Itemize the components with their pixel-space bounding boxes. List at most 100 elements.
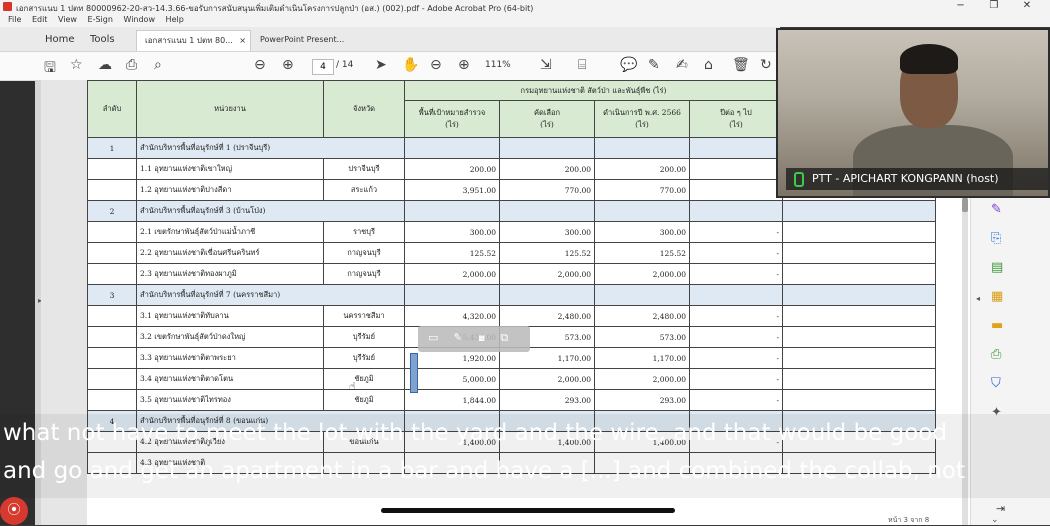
cell-name: 3.2 เขตรักษาพันธุ์สัตว์ป่าดงใหญ่ [136,326,324,348]
comment-tool-icon[interactable]: ▬ [991,318,1003,333]
end-icon[interactable]: ⇥ [996,502,1005,515]
close-button[interactable]: ✕ [1012,0,1042,11]
empty-cell [782,305,936,327]
cell-name: 2.1 เขตรักษาพันธุ์สัตว์ป่าแม่น้ำภาชี [136,221,324,243]
tab-tools[interactable]: Tools [90,30,115,50]
empty-cell [404,137,500,159]
section-number: 1 [87,137,137,159]
zoom-out-icon[interactable]: ⊖ [430,57,442,73]
cell-name: 3.4 อุทยานแห่งชาติตาดโตน [136,368,324,390]
scroll-down-icon[interactable]: ⌄ [991,515,999,525]
cell-prov: สระแก้ว [323,179,405,201]
sign-icon[interactable]: ✍ [676,57,688,73]
menu-bar: File Edit View E-Sign Window Help [0,14,1050,27]
highlight-icon[interactable]: ✎ [454,331,463,344]
section-name: สำนักบริหารพื้นที่อนุรักษ์ที่ 3 (บ้านโป่… [136,200,405,222]
menu-esign[interactable]: E-Sign [88,15,113,24]
empty-cell [782,368,936,390]
page-up-icon[interactable]: ⊖ [254,57,266,73]
search-icon[interactable]: ⌕ [154,57,162,73]
print-icon[interactable]: ⎙ [126,57,137,73]
tab-home[interactable]: Home [45,30,75,50]
collapse-pane-icon[interactable]: ◂ [976,294,980,303]
page-total: / 14 [336,60,354,70]
print-production-icon[interactable]: ⎙ [991,347,1001,362]
menu-edit[interactable]: Edit [32,15,48,24]
cell-name: 3.3 อุทยานแห่งชาติตาพระยา [136,347,324,369]
empty-cell [499,137,595,159]
selection-marker [410,353,418,393]
select-cursor-icon[interactable]: ➤ [375,57,387,73]
cell-c: 1,170.00 [594,347,690,369]
empty-cell [594,284,690,306]
empty-cell [87,305,137,327]
cell-d [689,158,783,180]
cell-d: - [689,389,783,411]
tab-close-icon[interactable]: × [239,31,246,51]
empty-cell [689,137,783,159]
cell-c: 2,480.00 [594,305,690,327]
table-row: 2.3 อุทยานแห่งชาติทองผาภูมิ กาญจนบุรี 2,00… [87,263,936,285]
hand-tool-icon[interactable]: ✋ [402,57,419,73]
copy-icon[interactable]: ▪ [478,331,485,344]
export-pdf-icon[interactable]: ⎘ [991,231,1001,246]
edit-pdf-icon[interactable]: ▦ [991,289,1003,304]
bookmark-star-icon[interactable]: ☆ [70,57,83,73]
microphone-icon [794,171,804,187]
header-target: พื้นที่เป้าหมายสำรวจ (ไร่) [404,100,500,138]
empty-cell [87,326,137,348]
protect-icon[interactable]: ⛉ [991,376,1001,391]
empty-cell [594,200,690,222]
cell-c: 300.00 [594,221,690,243]
empty-cell [87,221,137,243]
empty-cell [782,347,936,369]
page-down-icon[interactable]: ⊕ [282,57,294,73]
upload-cloud-icon[interactable]: ☁ [98,57,112,73]
page-number-input[interactable]: 4 [312,59,334,75]
cell-prov: นครราชสีมา [323,305,405,327]
recording-icon[interactable]: ⦿ [0,497,28,525]
tab-document[interactable]: เอกสารแนบ 1 ปตท 80... × [136,30,251,51]
caption-line-1: what not have to meet the lot with the y… [3,420,947,446]
cell-a: 200.00 [404,158,500,180]
link-icon[interactable]: ⧉ [500,331,508,345]
minimize-button[interactable]: − [946,0,976,11]
comment-icon[interactable]: ▭ [428,331,438,344]
empty-cell [87,242,137,264]
zoom-select[interactable]: 111% [485,60,511,70]
menu-window[interactable]: Window [123,15,155,24]
cell-b: 293.00 [499,389,595,411]
more-icon[interactable]: ⊙ [428,350,437,363]
menu-help[interactable]: Help [166,15,184,24]
cell-a: 300.00 [404,221,500,243]
header-next: ปีต่อ ๆ ไป (ไร่) [689,100,783,138]
table-row: 3.1 อุทยานแห่งชาติทับลาน นครราชสีมา 4,320.… [87,305,936,327]
cell-d: - [689,242,783,264]
fill-sign-icon[interactable]: ✎ [991,202,1002,217]
header-order: ลำดับ [87,80,137,138]
scrollbar-thumb[interactable] [962,198,968,212]
organize-pages-icon[interactable]: ▤ [991,260,1003,275]
cell-c: 293.00 [594,389,690,411]
section-number: 2 [87,200,137,222]
section-name: สำนักบริหารพื้นที่อนุรักษ์ที่ 7 (นครราชส… [136,284,405,306]
menu-file[interactable]: File [8,15,21,24]
menu-view[interactable]: View [58,15,77,24]
tag-icon[interactable]: ⌂ [704,57,713,73]
tab-powerpoint[interactable]: PowerPoint Present... [250,30,365,50]
stamp-icon[interactable]: ⌸ [578,57,586,73]
section-number: 3 [87,284,137,306]
empty-cell [87,347,137,369]
comment-icon[interactable]: 💬 [620,57,637,73]
fit-page-icon[interactable]: ⇲ [540,57,552,73]
empty-cell [87,263,137,285]
empty-cell [782,284,936,306]
rotate-icon[interactable]: ↻ [760,57,772,73]
delete-icon[interactable]: 🗑 [732,57,750,73]
zoom-in-icon[interactable]: ⊕ [458,57,470,73]
participant-name-label: PTT - APICHART KONGPANN (host) [786,168,1048,190]
empty-cell [782,263,936,285]
save-icon[interactable]: 🖫 [44,57,56,81]
pen-icon[interactable]: ✎ [648,57,660,73]
maximize-button[interactable]: ❐ [979,0,1009,11]
